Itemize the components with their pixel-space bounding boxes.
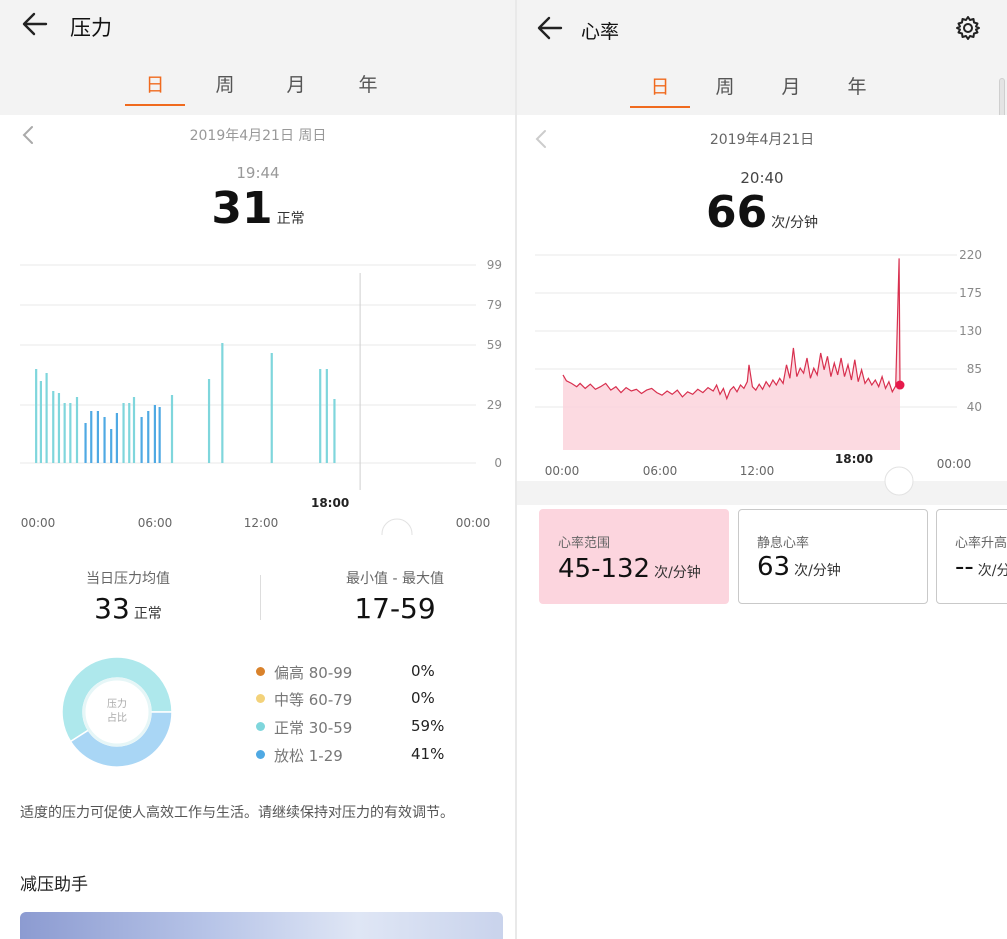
time-slider-handle bbox=[884, 466, 914, 496]
back-arrow-icon[interactable] bbox=[20, 10, 50, 38]
stress-summary: 当日压力均值 33 正常 最小值 - 最大值 17-59 bbox=[0, 540, 516, 640]
tab-month[interactable]: 月 bbox=[266, 70, 326, 100]
card-hr-elevated[interactable]: 心率升高 --次/分钟 bbox=[936, 509, 1007, 604]
advice-text: 适度的压力可促使人高效工作与生活。请继续保持对压力的有效调节。 bbox=[20, 805, 454, 821]
y-tick-label: 0 bbox=[494, 456, 502, 470]
card-hr-range[interactable]: 心率范围 45-132 次/分钟 bbox=[539, 509, 729, 604]
card-value: -- bbox=[955, 552, 974, 582]
range-label: 最小值 - 最大值 bbox=[346, 571, 444, 587]
tab-year[interactable]: 年 bbox=[338, 70, 398, 100]
card-resting-hr[interactable]: 静息心率 63 次/分钟 bbox=[738, 509, 928, 604]
card-unit: 次/分钟 bbox=[654, 565, 701, 581]
card-unit: 次/分钟 bbox=[794, 563, 841, 579]
donut-label-top: 压力 bbox=[107, 697, 127, 710]
current-point bbox=[895, 380, 905, 390]
y-tick-label: 29 bbox=[487, 398, 502, 412]
legend-dot bbox=[256, 694, 265, 703]
range-value: 17-59 bbox=[354, 592, 436, 625]
tab-day[interactable]: 日 bbox=[125, 70, 185, 106]
relax-banner[interactable] bbox=[20, 912, 503, 939]
legend-label: 中等 60-79 bbox=[274, 691, 353, 709]
cursor-time-label: 18:00 bbox=[311, 496, 349, 510]
x-tick-label: 12:00 bbox=[740, 464, 775, 478]
heart-cards: 心率范围 45-132次/分钟 静息心率 63次/分钟 心率升高 --次/分钟 bbox=[517, 505, 1007, 615]
x-tick-label: 00:00 bbox=[937, 457, 972, 471]
legend-item-normal: 正常 30-59 59% bbox=[256, 717, 456, 737]
legend-label: 放松 1-29 bbox=[274, 747, 343, 765]
x-tick-label: 00:00 bbox=[21, 516, 56, 530]
heart-rate-chart[interactable]: 220 175 130 85 40 18:00 00:00 06:00 12:00 00:00 bbox=[517, 115, 1007, 505]
tab-day[interactable]: 日 bbox=[630, 72, 690, 108]
x-tick-label: 12:00 bbox=[244, 516, 279, 530]
donut-label-bottom: 占比 bbox=[107, 711, 127, 724]
avg-stat: 当日压力均值 33 正常 bbox=[8, 568, 248, 625]
heart-rate-screen: 心率 日 周 月 年 2019年4月21日 20:40 66 次/分钟 220 17… bbox=[517, 0, 1007, 939]
legend-label: 正常 30-59 bbox=[274, 719, 353, 737]
stress-screen: 压力 日 周 月 年 2019年4月21日 周日 19:44 31 正常 99 79… bbox=[0, 0, 516, 939]
legend-dot bbox=[256, 667, 265, 676]
heart-area bbox=[563, 258, 900, 450]
stress-donut-chart: 压力 占比 bbox=[61, 656, 173, 768]
y-tick-label: 99 bbox=[487, 258, 502, 272]
legend-item-relaxed: 放松 1-29 41% bbox=[256, 745, 456, 765]
card-label: 心率升高 bbox=[955, 536, 1007, 551]
card-unit: 次/分钟 bbox=[977, 563, 1007, 579]
legend-pct: 41% bbox=[411, 745, 445, 763]
y-tick-label: 175 bbox=[959, 286, 982, 300]
x-tick-label: 00:00 bbox=[456, 516, 491, 530]
stat-divider bbox=[260, 575, 261, 620]
tab-year[interactable]: 年 bbox=[827, 72, 887, 102]
legend-item-medium: 中等 60-79 0% bbox=[256, 689, 456, 709]
period-tabs: 日 周 月 年 bbox=[0, 70, 516, 110]
x-tick-label: 00:00 bbox=[545, 464, 580, 478]
tab-week[interactable]: 周 bbox=[695, 72, 755, 102]
x-tick-label: 06:00 bbox=[138, 516, 173, 530]
y-tick-label: 79 bbox=[487, 298, 502, 312]
section-title: 减压助手 bbox=[20, 875, 88, 895]
gear-icon[interactable] bbox=[955, 15, 981, 41]
legend-label: 偏高 80-99 bbox=[274, 664, 353, 682]
y-tick-label: 40 bbox=[967, 400, 982, 414]
avg-label: 当日压力均值 bbox=[86, 571, 170, 587]
page-title: 压力 bbox=[70, 16, 112, 40]
y-tick-label: 85 bbox=[967, 362, 982, 376]
tab-month[interactable]: 月 bbox=[761, 72, 821, 102]
stress-bar-chart[interactable]: 99 79 59 29 0 18:00 00:00 06:00 12:00 00:00 bbox=[0, 115, 516, 535]
avg-status: 正常 bbox=[133, 606, 162, 622]
period-tabs: 日 周 月 年 bbox=[517, 72, 1007, 112]
stress-header: 压力 日 周 月 年 bbox=[0, 0, 516, 115]
bottom-band bbox=[517, 481, 1007, 505]
range-stat: 最小值 - 最大值 17-59 bbox=[275, 568, 515, 625]
card-value: 45-132 bbox=[558, 554, 651, 584]
donut-center bbox=[82, 677, 152, 747]
tab-week[interactable]: 周 bbox=[195, 70, 255, 100]
avg-value: 33 bbox=[94, 592, 130, 625]
time-slider-handle bbox=[381, 518, 413, 535]
y-tick-label: 59 bbox=[487, 338, 502, 352]
legend-pct: 0% bbox=[411, 662, 435, 680]
x-tick-label: 06:00 bbox=[643, 464, 678, 478]
page-title: 心率 bbox=[581, 21, 620, 43]
back-arrow-icon[interactable] bbox=[535, 14, 565, 42]
legend-item-high: 偏高 80-99 0% bbox=[256, 662, 456, 682]
card-label: 静息心率 bbox=[757, 536, 810, 551]
y-tick-label: 220 bbox=[959, 248, 982, 262]
legend-pct: 0% bbox=[411, 689, 435, 707]
cursor-time-label: 18:00 bbox=[835, 452, 873, 466]
stress-chart-area: 2019年4月21日 周日 19:44 31 正常 99 79 59 29 0 18:00 0… bbox=[0, 115, 516, 535]
y-tick-label: 130 bbox=[959, 324, 982, 338]
legend-dot bbox=[256, 750, 265, 759]
legend-pct: 59% bbox=[411, 717, 445, 735]
legend-dot bbox=[256, 722, 265, 731]
card-label: 心率范围 bbox=[558, 536, 611, 551]
heart-chart-area: 2019年4月21日 20:40 66 次/分钟 220 175 130 85 40 18:… bbox=[517, 115, 1007, 505]
heart-header: 心率 日 周 月 年 bbox=[517, 0, 1007, 115]
card-value: 63 bbox=[757, 552, 791, 582]
